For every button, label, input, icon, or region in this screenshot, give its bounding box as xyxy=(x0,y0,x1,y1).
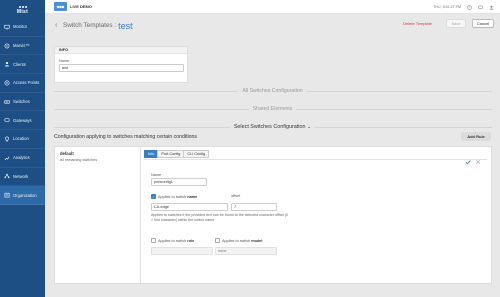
rule-description: all remaining switches xyxy=(60,158,98,162)
user-icon[interactable] xyxy=(489,5,494,10)
sidebar-item-analytics[interactable]: Analytics xyxy=(0,149,45,168)
page-header: ‹ Switch Templates : test Delete Templat… xyxy=(45,14,500,37)
applies-role-checkbox[interactable]: Applies to switch role xyxy=(151,238,194,243)
mist-logo[interactable]: Mist xyxy=(0,3,45,17)
applies-role-bold: role xyxy=(187,238,195,243)
clients-icon xyxy=(4,61,10,67)
applies-model-bold: model xyxy=(251,238,263,243)
rules-panel: default all remaining switches Info Port C… xyxy=(54,146,492,284)
sidebar-item-switches[interactable]: Switches xyxy=(0,93,45,112)
name-label: Name xyxy=(59,59,70,63)
applies-name-bold: name xyxy=(187,194,198,199)
marvis-icon xyxy=(4,43,10,49)
checkbox-checked-icon xyxy=(151,194,156,199)
applies-name-checkbox[interactable]: Applies to switch name xyxy=(151,194,197,199)
logo-text: Mist xyxy=(16,8,29,15)
shared-elements-section-title[interactable]: Shared Elements xyxy=(45,106,500,112)
monitor-icon xyxy=(4,24,10,30)
network-icon xyxy=(4,173,10,179)
close-icon[interactable] xyxy=(475,152,481,165)
org-logo-icon xyxy=(54,2,67,11)
all-switches-section-title[interactable]: All Switches Configuration xyxy=(45,88,500,94)
sidebar-item-label: Location xyxy=(13,136,29,142)
rule-name-input[interactable]: portconfig1 xyxy=(151,178,207,186)
svg-text:?: ? xyxy=(469,5,471,9)
sidebar-item-access-points[interactable]: Access Points xyxy=(0,74,45,93)
role-input xyxy=(151,247,213,255)
logo-dots-icon xyxy=(18,5,27,8)
switches-icon xyxy=(4,99,10,105)
sidebar-nav: Monitor Marvis™ Clients Access Points Switch… xyxy=(0,18,45,205)
select-switches-section-title[interactable]: Select Switches Configuration ⌄ xyxy=(45,124,500,130)
add-rule-button[interactable]: Add Rule xyxy=(461,132,491,141)
sidebar-item-label: Network xyxy=(13,173,29,179)
name-match-input[interactable]: CA-edge xyxy=(151,203,228,211)
config-heading: Configuration applying to switches match… xyxy=(54,134,198,140)
page-title: test xyxy=(118,20,133,31)
sidebar-item-label: Clients xyxy=(13,61,26,67)
help-text: Applies to switches if the provided text… xyxy=(151,213,288,222)
organization-icon xyxy=(4,192,10,198)
sidebar-item-network[interactable]: Network xyxy=(0,168,45,187)
sidebar-item-marvis[interactable]: Marvis™ xyxy=(0,37,45,56)
rule-detail: Info Port Config CLI Config Name portconfi… xyxy=(143,147,489,283)
chat-icon[interactable] xyxy=(478,5,483,10)
tab-divider xyxy=(144,159,487,160)
org-name[interactable]: LIVE DEMO xyxy=(70,4,92,9)
breadcrumb[interactable]: Switch Templates : xyxy=(63,22,116,29)
sidebar-item-gateways[interactable]: Gateways xyxy=(0,111,45,131)
back-chevron-icon[interactable]: ‹ xyxy=(55,22,61,29)
tab-cli-config[interactable]: CLI Config xyxy=(183,150,210,158)
sidebar-item-label: Access Points xyxy=(13,80,40,86)
sidebar-item-label: Marvis™ xyxy=(13,43,30,49)
cancel-button[interactable]: Cancel xyxy=(472,19,494,28)
location-icon xyxy=(4,136,10,142)
sidebar-item-label: Monitor xyxy=(13,24,27,30)
rule-list-item[interactable]: default all remaining switches xyxy=(55,147,140,166)
analytics-icon xyxy=(4,155,10,161)
applies-model-label: Applies to switch xyxy=(222,238,251,243)
applies-role-label: Applies to switch xyxy=(158,238,187,243)
model-select: none xyxy=(215,247,277,255)
rule-name: default xyxy=(60,151,74,156)
rule-name-label: Name xyxy=(151,173,162,177)
access-points-icon xyxy=(4,80,10,86)
chevron-down-icon: ⌄ xyxy=(306,124,312,130)
save-button[interactable]: Save xyxy=(446,19,466,28)
rule-list: default all remaining switches xyxy=(55,147,141,283)
clock-time: THU, 8:51:27 PM xyxy=(433,5,461,9)
rule-tabs: Info Port Config CLI Config xyxy=(144,150,489,158)
gateways-icon xyxy=(4,117,10,123)
delete-template-button[interactable]: Delete Template xyxy=(403,21,432,26)
tab-port-config[interactable]: Port Config xyxy=(157,150,185,158)
sidebar-item-organization[interactable]: Organization xyxy=(0,186,45,205)
info-card-title: INFO xyxy=(55,47,187,54)
sidebar-item-label: Analytics xyxy=(13,155,30,161)
checkbox-unchecked-icon xyxy=(215,238,220,243)
sidebar-item-label: Gateways xyxy=(13,117,32,123)
sidebar-item-label: Switches xyxy=(13,99,30,105)
sidebar-item-location[interactable]: Location xyxy=(0,130,45,149)
offset-label: offset xyxy=(231,194,241,198)
offset-input[interactable]: 7 xyxy=(231,203,277,211)
confirm-check-icon[interactable] xyxy=(465,152,471,165)
top-bar: LIVE DEMO THU, 8:51:27 PM ? xyxy=(45,0,500,14)
sidebar: Mist Monitor Marvis™ Clients Access Points S… xyxy=(0,0,45,297)
sidebar-item-monitor[interactable]: Monitor xyxy=(0,18,45,37)
applies-name-label: Applies to switch xyxy=(158,194,187,199)
help-icon[interactable]: ? xyxy=(467,4,472,10)
sidebar-item-clients[interactable]: Clients xyxy=(0,55,45,75)
applies-model-checkbox[interactable]: Applies to switch model xyxy=(215,238,262,243)
tab-info[interactable]: Info xyxy=(144,150,159,158)
checkbox-unchecked-icon xyxy=(151,238,156,243)
template-name-input[interactable]: test xyxy=(59,64,184,72)
sidebar-item-label: Organization xyxy=(13,192,37,198)
info-card: INFO Name test xyxy=(54,46,188,83)
